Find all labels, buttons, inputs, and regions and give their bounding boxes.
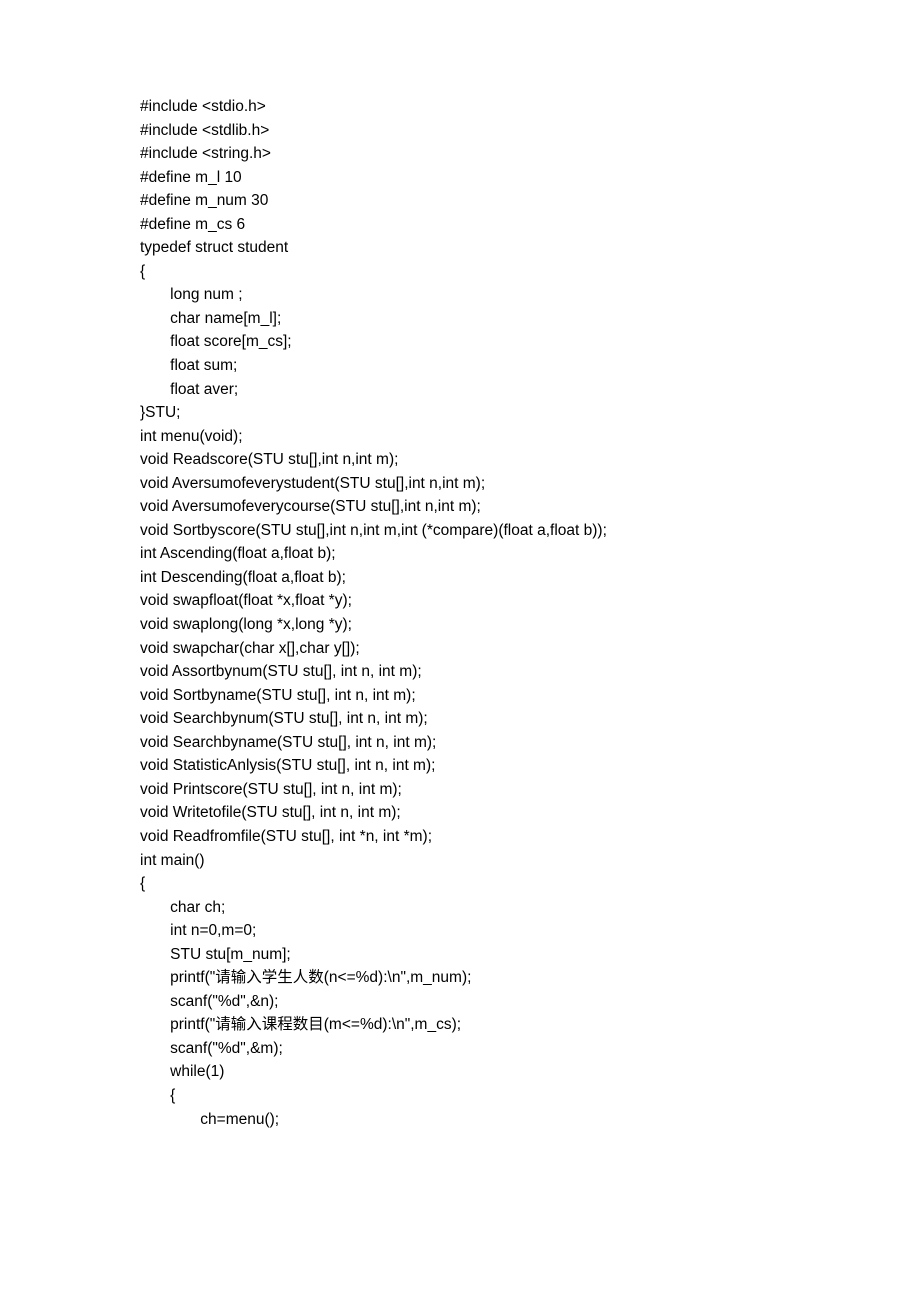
code-line: { bbox=[140, 1084, 920, 1108]
code-line: float score[m_cs]; bbox=[140, 330, 920, 354]
code-line: int main() bbox=[140, 849, 920, 873]
code-line: printf("请输入课程数目(m<=%d):\n",m_cs); bbox=[140, 1013, 920, 1037]
code-line: void StatisticAnlysis(STU stu[], int n, … bbox=[140, 754, 920, 778]
code-line: void Sortbyscore(STU stu[],int n,int m,i… bbox=[140, 519, 920, 543]
code-line: int n=0,m=0; bbox=[140, 919, 920, 943]
code-line: }STU; bbox=[140, 401, 920, 425]
code-line: void Aversumofeverystudent(STU stu[],int… bbox=[140, 472, 920, 496]
code-line: long num ; bbox=[140, 283, 920, 307]
code-line: #include <stdlib.h> bbox=[140, 119, 920, 143]
code-line: void swapchar(char x[],char y[]); bbox=[140, 637, 920, 661]
code-line: scanf("%d",&n); bbox=[140, 990, 920, 1014]
code-line: void Printscore(STU stu[], int n, int m)… bbox=[140, 778, 920, 802]
code-line: void Readscore(STU stu[],int n,int m); bbox=[140, 448, 920, 472]
code-line: void Readfromfile(STU stu[], int *n, int… bbox=[140, 825, 920, 849]
code-line: void Searchbyname(STU stu[], int n, int … bbox=[140, 731, 920, 755]
code-line: #define m_cs 6 bbox=[140, 213, 920, 237]
code-line: scanf("%d",&m); bbox=[140, 1037, 920, 1061]
code-line: float aver; bbox=[140, 378, 920, 402]
code-line: float sum; bbox=[140, 354, 920, 378]
code-line: { bbox=[140, 872, 920, 896]
code-block: #include <stdio.h> #include <stdlib.h> #… bbox=[140, 95, 920, 1131]
code-line: int Ascending(float a,float b); bbox=[140, 542, 920, 566]
code-line: void Sortbyname(STU stu[], int n, int m)… bbox=[140, 684, 920, 708]
code-line: printf("请输入学生人数(n<=%d):\n",m_num); bbox=[140, 966, 920, 990]
code-line: { bbox=[140, 260, 920, 284]
code-line: char ch; bbox=[140, 896, 920, 920]
code-line: #define m_l 10 bbox=[140, 166, 920, 190]
code-line: void swapfloat(float *x,float *y); bbox=[140, 589, 920, 613]
code-line: #include <stdio.h> bbox=[140, 95, 920, 119]
code-line: ch=menu(); bbox=[140, 1108, 920, 1132]
code-line: #include <string.h> bbox=[140, 142, 920, 166]
code-line: void Searchbynum(STU stu[], int n, int m… bbox=[140, 707, 920, 731]
code-line: while(1) bbox=[140, 1060, 920, 1084]
code-line: void Writetofile(STU stu[], int n, int m… bbox=[140, 801, 920, 825]
code-line: char name[m_l]; bbox=[140, 307, 920, 331]
code-line: typedef struct student bbox=[140, 236, 920, 260]
code-line: #define m_num 30 bbox=[140, 189, 920, 213]
code-line: void Assortbynum(STU stu[], int n, int m… bbox=[140, 660, 920, 684]
code-line: int menu(void); bbox=[140, 425, 920, 449]
code-line: void swaplong(long *x,long *y); bbox=[140, 613, 920, 637]
code-line: void Aversumofeverycourse(STU stu[],int … bbox=[140, 495, 920, 519]
code-line: STU stu[m_num]; bbox=[140, 943, 920, 967]
code-line: int Descending(float a,float b); bbox=[140, 566, 920, 590]
